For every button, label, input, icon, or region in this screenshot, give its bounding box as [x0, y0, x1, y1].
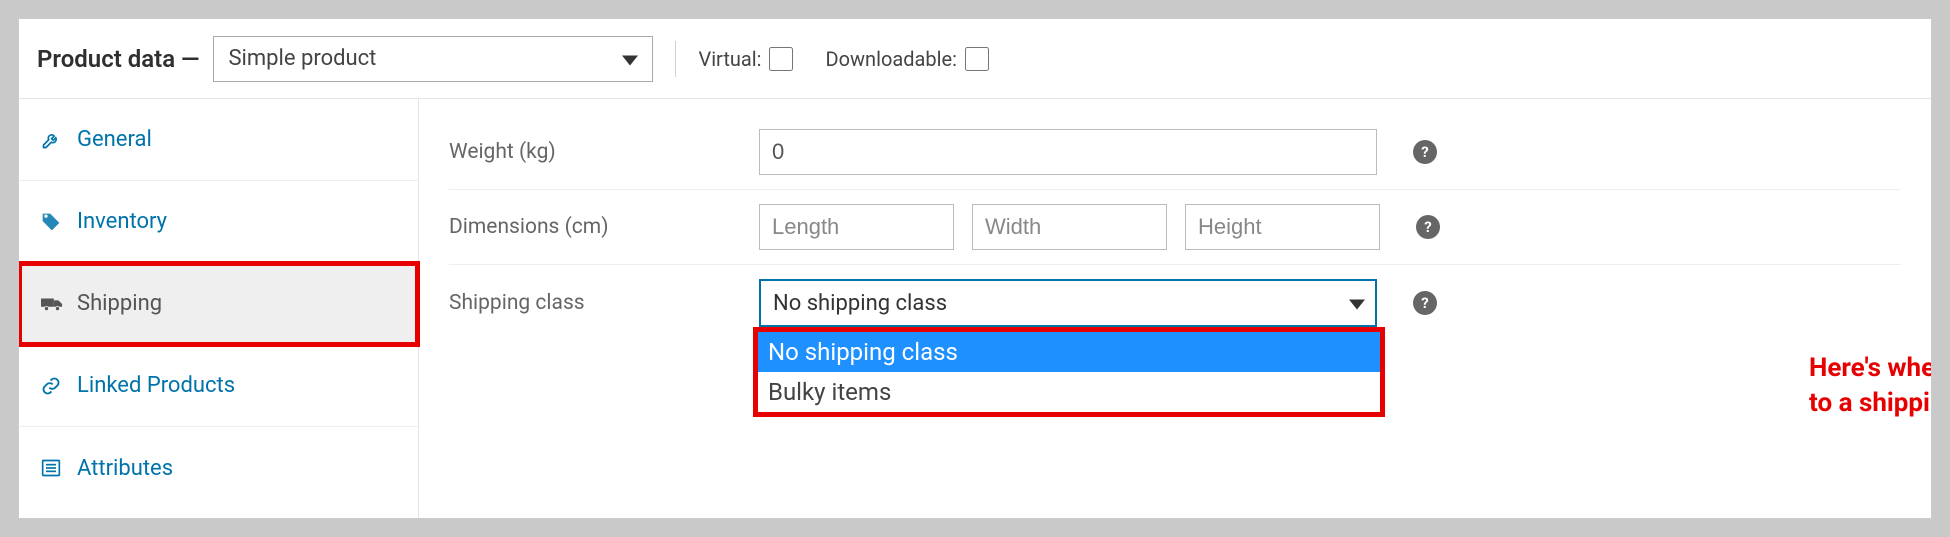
sidebar-item-label: Linked Products	[77, 373, 235, 398]
weight-row: Weight (kg) ?	[449, 123, 1901, 190]
shipping-class-dropdown: No shipping class Bulky items	[753, 327, 1385, 417]
sidebar-item-inventory[interactable]: Inventory	[19, 181, 418, 263]
shipping-class-field-area: No shipping class No shipping class Bulk…	[759, 279, 1437, 327]
link-icon	[41, 376, 63, 396]
sidebar: General Inventory Shipping Linked Produc…	[19, 99, 419, 518]
virtual-checkbox[interactable]	[769, 47, 793, 71]
sidebar-item-attributes[interactable]: Attributes	[19, 427, 418, 509]
panel-title: Product data —	[37, 45, 199, 73]
chevron-down-icon	[1349, 291, 1365, 316]
sidebar-item-general[interactable]: General	[19, 99, 418, 181]
tag-icon	[41, 212, 63, 232]
truck-icon	[41, 296, 63, 312]
width-input[interactable]	[972, 204, 1167, 250]
content-area: Weight (kg) ? Dimensions (cm) ? Shipping…	[419, 99, 1931, 518]
downloadable-checkbox[interactable]	[965, 47, 989, 71]
help-icon[interactable]: ?	[1416, 215, 1440, 239]
downloadable-label: Downloadable:	[825, 47, 956, 71]
virtual-label: Virtual:	[698, 47, 761, 71]
shipping-class-value: No shipping class	[773, 291, 947, 316]
sidebar-item-label: Shipping	[77, 291, 162, 316]
length-input[interactable]	[759, 204, 954, 250]
help-icon[interactable]: ?	[1413, 291, 1437, 315]
sidebar-item-label: Inventory	[77, 209, 167, 234]
chevron-down-icon	[622, 46, 638, 71]
height-input[interactable]	[1185, 204, 1380, 250]
sidebar-item-label: General	[77, 127, 152, 152]
shipping-class-option[interactable]: Bulky items	[758, 372, 1380, 412]
sidebar-item-label: Attributes	[77, 456, 173, 481]
wrench-icon	[41, 130, 63, 150]
shipping-class-row: Shipping class No shipping class No ship…	[449, 265, 1901, 341]
shipping-class-selected[interactable]: No shipping class	[759, 279, 1377, 327]
panel-header: Product data — Simple product Virtual: D…	[19, 19, 1931, 99]
dimensions-label: Dimensions (cm)	[449, 215, 759, 239]
product-type-select[interactable]: Simple product	[213, 36, 653, 82]
product-data-panel: Product data — Simple product Virtual: D…	[18, 18, 1932, 519]
shipping-class-option[interactable]: No shipping class	[758, 332, 1380, 372]
weight-field-area: ?	[759, 129, 1437, 175]
shipping-class-select[interactable]: No shipping class No shipping class Bulk…	[759, 279, 1377, 327]
dimensions-field-area: ?	[759, 204, 1440, 250]
sidebar-item-shipping[interactable]: Shipping	[19, 263, 418, 345]
downloadable-checkbox-wrap[interactable]: Downloadable:	[825, 47, 988, 71]
weight-input[interactable]	[759, 129, 1377, 175]
divider	[675, 41, 676, 77]
shipping-class-label: Shipping class	[449, 291, 759, 315]
virtual-checkbox-wrap[interactable]: Virtual:	[698, 47, 793, 71]
panel-body: General Inventory Shipping Linked Produc…	[19, 99, 1931, 518]
help-icon[interactable]: ?	[1413, 140, 1437, 164]
product-type-value: Simple product	[228, 46, 376, 71]
list-icon	[41, 458, 63, 478]
weight-label: Weight (kg)	[449, 140, 759, 164]
annotation-text: Here's where you can assign a product to…	[1809, 351, 1932, 421]
sidebar-item-linked-products[interactable]: Linked Products	[19, 345, 418, 427]
dimensions-row: Dimensions (cm) ?	[449, 190, 1901, 265]
